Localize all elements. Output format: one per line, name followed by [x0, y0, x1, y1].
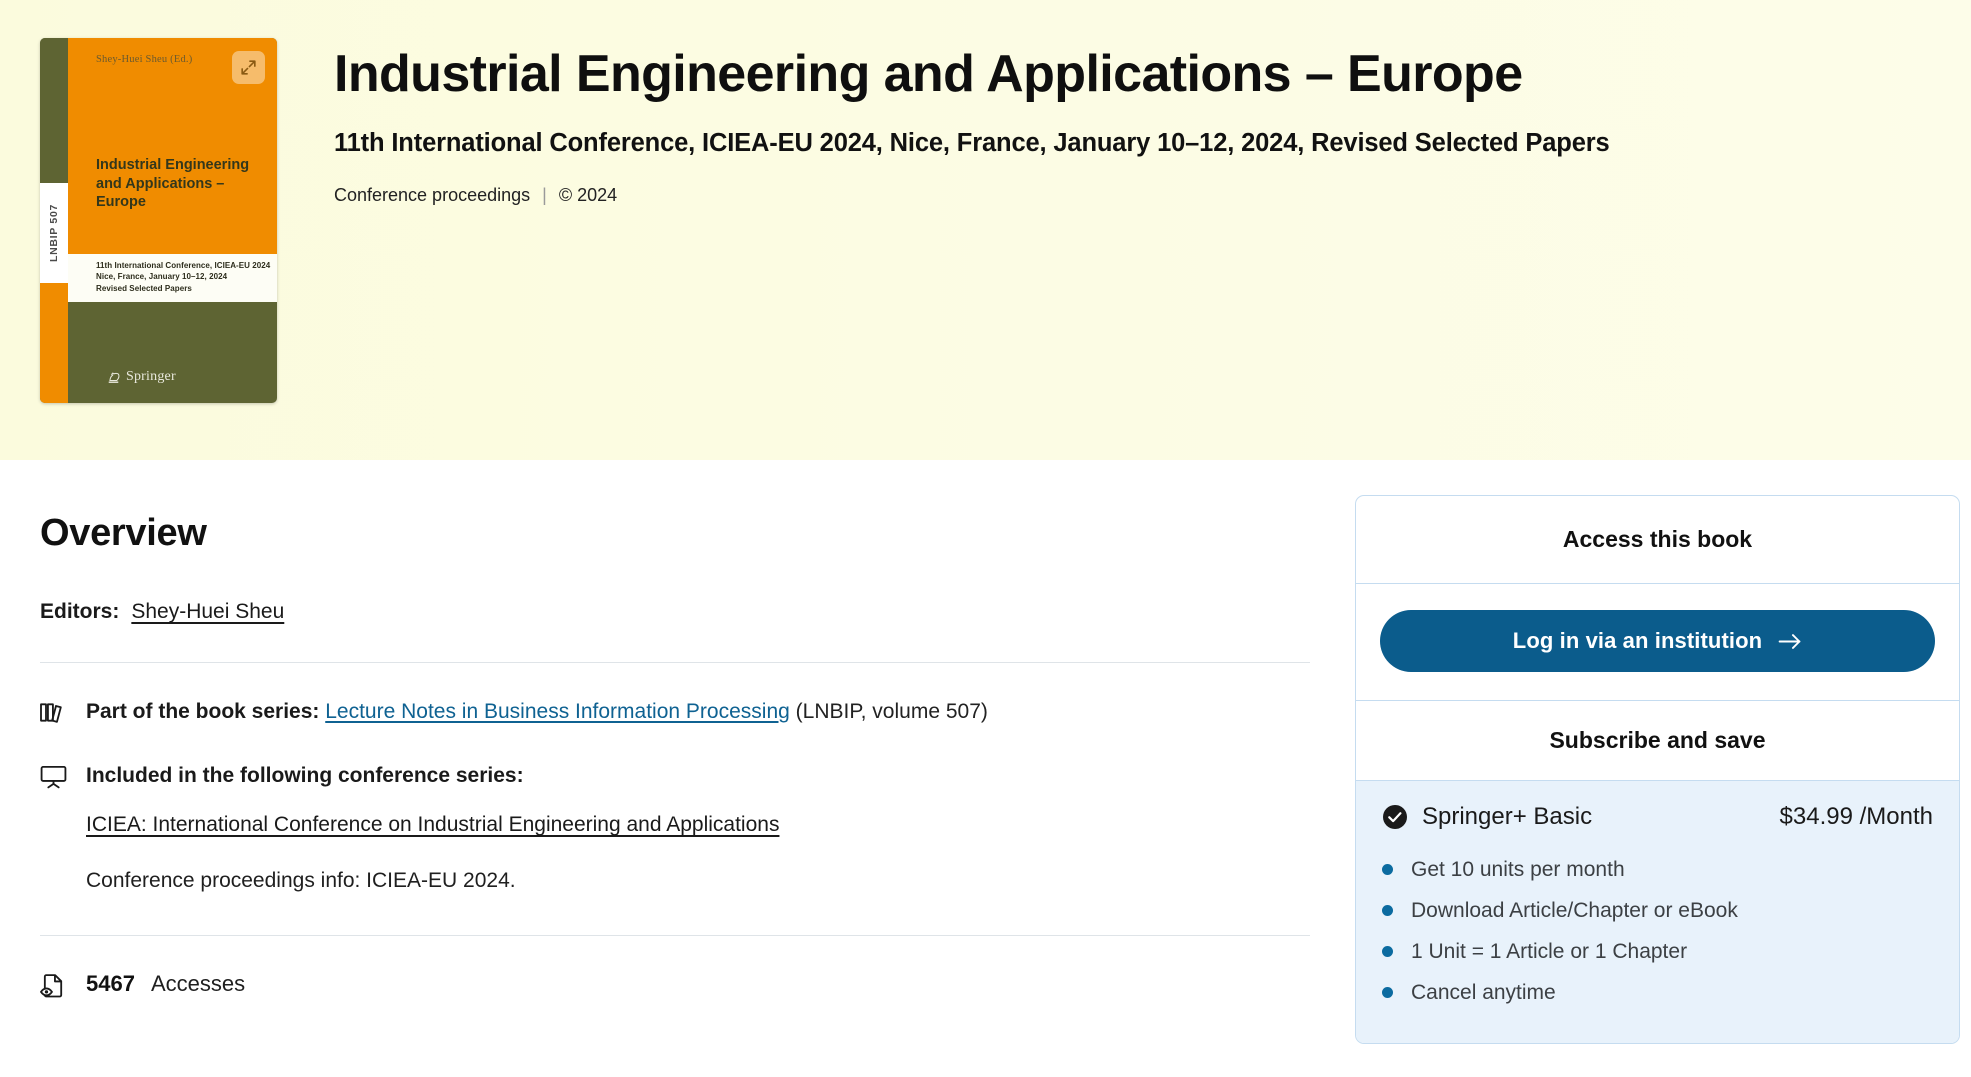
- conference-series-body: Included in the following conference ser…: [86, 761, 1310, 896]
- bullet-icon: [1382, 946, 1393, 957]
- page-subtitle: 11th International Conference, ICIEA-EU …: [334, 128, 1610, 157]
- expand-arrows-icon: [241, 60, 256, 75]
- bullet-icon: [1382, 864, 1393, 875]
- book-cover-container: LNBIP 507 Shey-Huei Sheu (Ed.) Industria…: [40, 38, 277, 403]
- book-series-link[interactable]: Lecture Notes in Business Information Pr…: [325, 700, 790, 723]
- editors-row: Editors: Shey-Huei Sheu: [40, 600, 1310, 624]
- page-content: Overview Editors: Shey-Huei Sheu Part of…: [0, 460, 1971, 1044]
- overview-column: Overview Editors: Shey-Huei Sheu Part of…: [40, 460, 1310, 1044]
- book-series-row: Part of the book series: Lecture Notes i…: [40, 697, 1310, 727]
- accesses-count: 5467: [86, 971, 135, 997]
- plan-feature-label: 1 Unit = 1 Article or 1 Chapter: [1411, 939, 1688, 963]
- arrow-right-icon: [1778, 633, 1801, 649]
- book-series-volume: (LNBIP, volume 507): [795, 700, 988, 723]
- presentation-screen-icon: [40, 761, 70, 789]
- editor-link[interactable]: Shey-Huei Sheu: [131, 600, 284, 624]
- list-item: 1 Unit = 1 Article or 1 Chapter: [1382, 931, 1933, 972]
- cover-band-line-3: Revised Selected Papers: [96, 283, 192, 293]
- book-cover-image[interactable]: LNBIP 507 Shey-Huei Sheu (Ed.) Industria…: [40, 38, 277, 403]
- conference-series-label: Included in the following conference ser…: [86, 764, 524, 788]
- hero-text-block: Industrial Engineering and Applications …: [334, 38, 1931, 206]
- expand-cover-button[interactable]: [232, 51, 265, 84]
- sidebar-column: Access this book Log in via an instituti…: [1310, 460, 1960, 1044]
- plan-summary-row: Springer+ Basic $34.99 /Month: [1382, 803, 1933, 831]
- publication-type: Conference proceedings: [334, 185, 531, 206]
- cover-title-text: Industrial Engineering and Applications …: [96, 157, 250, 211]
- overview-heading: Overview: [40, 512, 207, 554]
- hero-banner: LNBIP 507 Shey-Huei Sheu (Ed.) Industria…: [0, 0, 1971, 460]
- springer-logo-text: Springer: [126, 369, 176, 384]
- cover-band-line-2: Nice, France, January 10–12, 2024: [96, 272, 228, 282]
- book-series-label: Part of the book series:: [86, 700, 320, 723]
- document-views-icon: [40, 970, 70, 999]
- divider-1: [40, 662, 1310, 663]
- list-item: Download Article/Chapter or eBook: [1382, 890, 1933, 931]
- accesses-label: Accesses: [150, 971, 246, 997]
- subscription-plan-panel[interactable]: Springer+ Basic $34.99 /Month Get 10 uni…: [1356, 781, 1959, 1043]
- cover-spine-label-text: LNBIP 507: [48, 203, 61, 263]
- divider-2: [40, 934, 1310, 936]
- cover-info-band: 11th International Conference, ICIEA-EU …: [68, 254, 277, 302]
- plan-name-group: Springer+ Basic: [1382, 803, 1592, 831]
- cover-band-line-1: 11th International Conference, ICIEA-EU …: [96, 261, 271, 270]
- list-item: Cancel anytime: [1382, 972, 1933, 1013]
- cover-spine-bottom: [40, 283, 68, 403]
- book-series-body: Part of the book series: Lecture Notes i…: [86, 697, 1310, 727]
- cover-editor-credit: Shey-Huei Sheu (Ed.): [96, 54, 193, 65]
- accesses-row: 5467 Accesses: [40, 970, 1310, 999]
- springer-logo: Springer: [106, 369, 176, 385]
- cover-spine-top: [40, 38, 68, 183]
- plan-name-label: Springer+ Basic: [1422, 803, 1593, 830]
- plan-feature-label: Cancel anytime: [1411, 980, 1556, 1004]
- plan-feature-label: Get 10 units per month: [1411, 857, 1625, 881]
- bullet-icon: [1382, 905, 1393, 916]
- meta-separator: |: [542, 185, 547, 206]
- log-in-via-institution-button[interactable]: Log in via an institution: [1380, 610, 1935, 672]
- springer-knight-icon: [108, 372, 120, 383]
- access-this-book-card: Access this book Log in via an instituti…: [1355, 495, 1960, 1044]
- conference-series-row: Included in the following conference ser…: [40, 761, 1310, 896]
- plan-feature-label: Download Article/Chapter or eBook: [1411, 898, 1738, 922]
- books-icon: [40, 697, 70, 725]
- check-circle-icon: [1383, 805, 1407, 829]
- conference-proceedings-info: Conference proceedings info: ICIEA-EU 20…: [86, 869, 516, 893]
- list-item: Get 10 units per month: [1382, 849, 1933, 890]
- plan-price: $34.99 /Month: [1779, 803, 1933, 830]
- login-button-label: Log in via an institution: [1512, 628, 1763, 653]
- copyright-year: © 2024: [558, 185, 618, 206]
- login-button-wrap: Log in via an institution: [1356, 584, 1959, 701]
- subscribe-and-save-header: Subscribe and save: [1356, 701, 1959, 781]
- publication-meta: Conference proceedings | © 2024: [334, 185, 1931, 206]
- access-card-header: Access this book: [1356, 496, 1959, 584]
- conference-series-link[interactable]: ICIEA: International Conference on Indus…: [86, 810, 779, 840]
- cover-spine-label: LNBIP 507: [40, 183, 68, 283]
- bullet-icon: [1382, 987, 1393, 998]
- editors-label: Editors:: [40, 600, 120, 623]
- page-title: Industrial Engineering and Applications …: [334, 45, 1523, 103]
- plan-features-list: Get 10 units per month Download Article/…: [1382, 849, 1933, 1013]
